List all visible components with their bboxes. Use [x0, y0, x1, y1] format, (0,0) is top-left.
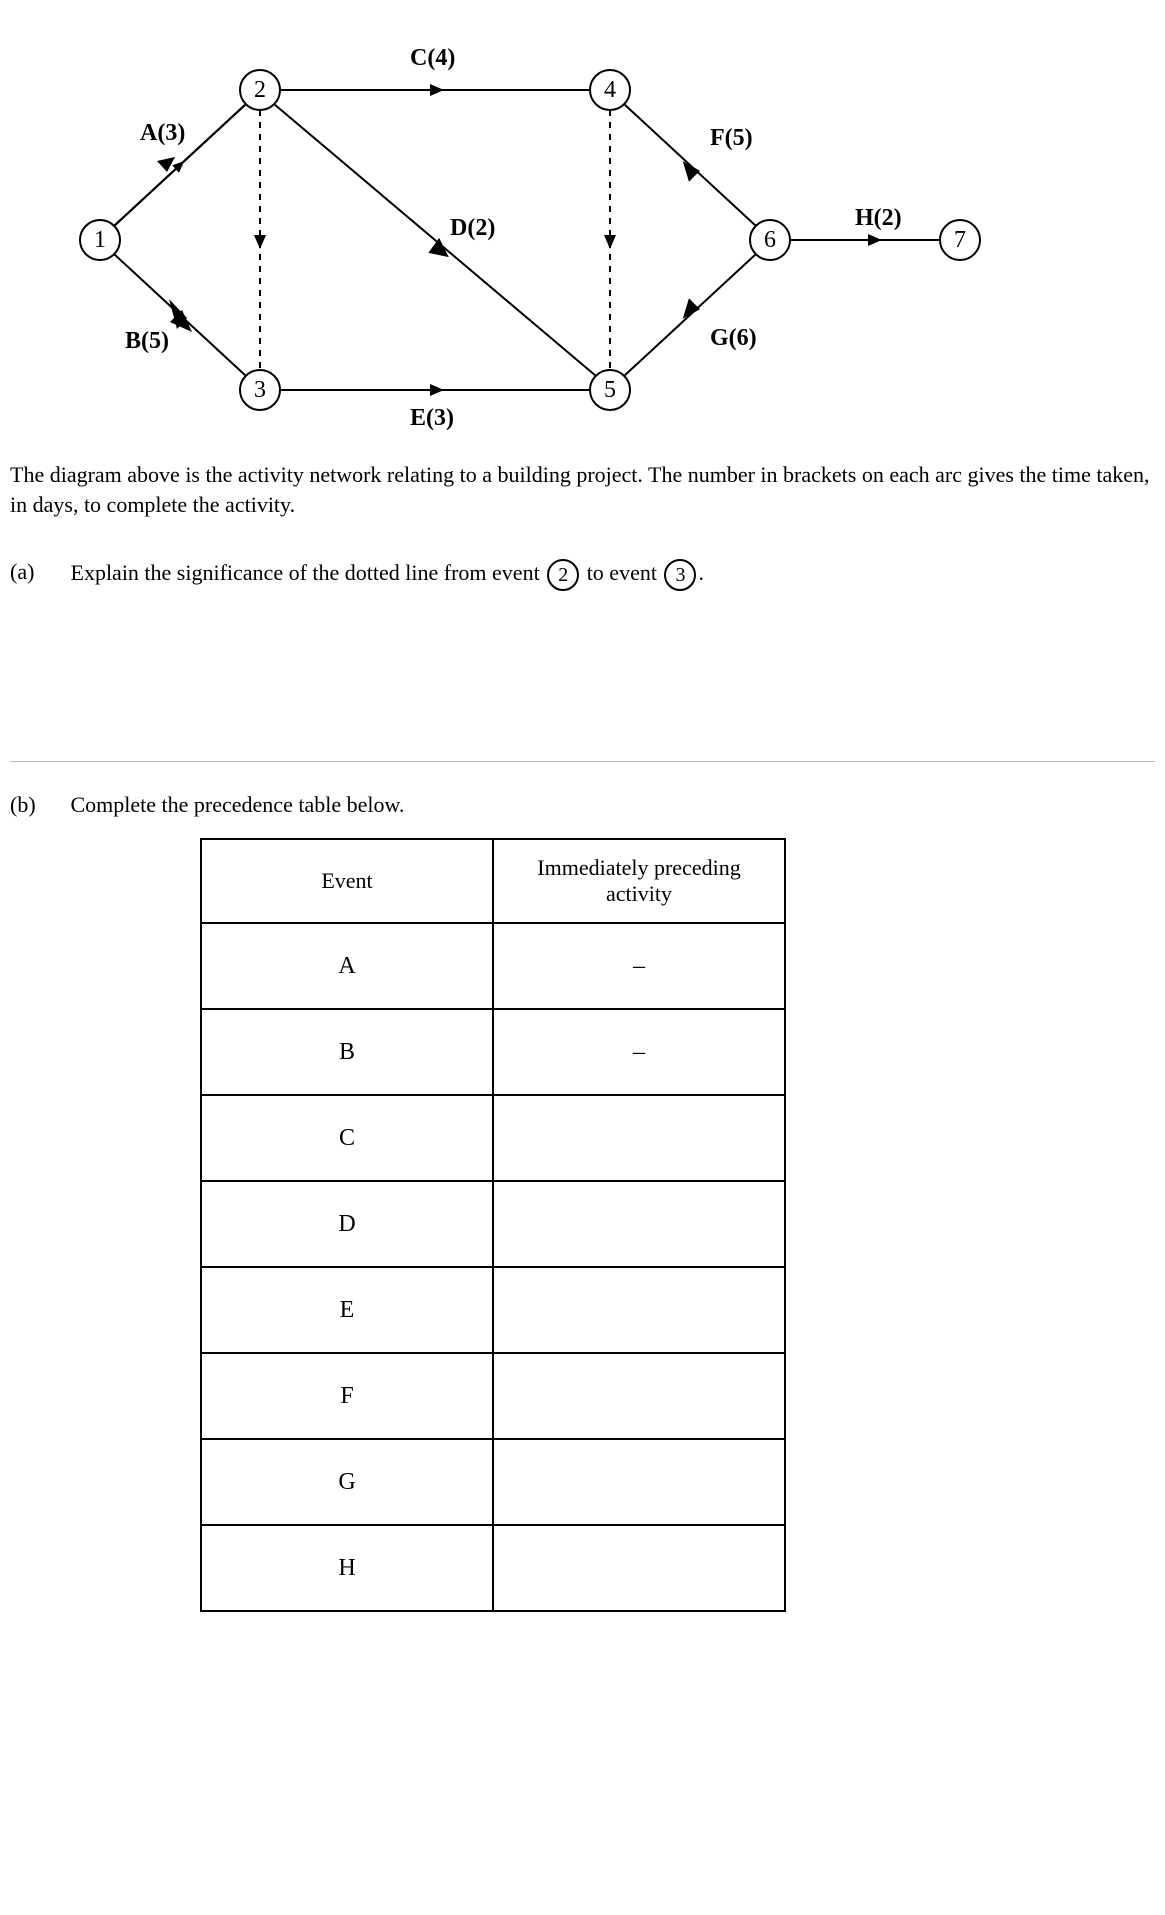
cell-event: F [201, 1353, 493, 1439]
node-5: 5 [590, 370, 630, 410]
edge-D: D(2) [274, 104, 596, 376]
edge-label-C: C(4) [410, 45, 455, 71]
diagram-description: The diagram above is the activity networ… [10, 460, 1155, 519]
activity-network-diagram: A(3) B(5) C(4) D(2) E(3) F(5) G(6) [10, 10, 1010, 450]
svg-text:5: 5 [604, 377, 616, 403]
cell-event: B [201, 1009, 493, 1095]
table-row: B – [201, 1009, 785, 1095]
node-2: 2 [240, 70, 280, 110]
node-3: 3 [240, 370, 280, 410]
svg-text:2: 2 [254, 77, 266, 103]
table-row: A – [201, 923, 785, 1009]
edge-G: G(6) [624, 254, 757, 376]
cell-event: C [201, 1095, 493, 1181]
table-row: D [201, 1181, 785, 1267]
table-row: H [201, 1525, 785, 1611]
edge-dummy-4-5 [604, 110, 616, 370]
cell-event: A [201, 923, 493, 1009]
table-row: G [201, 1439, 785, 1525]
edge-label-F: F(5) [710, 125, 753, 151]
inline-node-2: 2 [547, 559, 579, 591]
edge-H: H(2) [790, 205, 940, 246]
edge-dummy-2-3 [254, 110, 266, 370]
cell-preceding[interactable] [493, 1181, 785, 1267]
cell-preceding[interactable] [493, 1267, 785, 1353]
cell-preceding[interactable] [493, 1095, 785, 1181]
precedence-header-preceding: Immediately preceding activity [493, 839, 785, 923]
table-row: F [201, 1353, 785, 1439]
svg-text:4: 4 [604, 77, 616, 103]
section-divider [10, 761, 1155, 762]
cell-event: G [201, 1439, 493, 1525]
part-a-text-after: . [698, 560, 704, 585]
svg-text:7: 7 [954, 227, 966, 253]
cell-preceding[interactable] [493, 1439, 785, 1525]
node-1: 1 [80, 220, 120, 260]
svg-text:6: 6 [764, 227, 776, 253]
edge-C: C(4) [280, 45, 590, 96]
precedence-tbody: A – B – C D E F G H [201, 923, 785, 1611]
part-a: (a) Explain the significance of the dott… [10, 559, 1155, 591]
edge-A: A(3) [114, 104, 246, 226]
node-7: 7 [940, 220, 980, 260]
edge-F: F(5) [624, 104, 756, 226]
cell-event: E [201, 1267, 493, 1353]
cell-event: D [201, 1181, 493, 1267]
precedence-header-event: Event [201, 839, 493, 923]
cell-preceding[interactable]: – [493, 1009, 785, 1095]
edge-label-H: H(2) [855, 205, 902, 231]
edge-label-E: E(3) [410, 405, 454, 431]
node-6: 6 [750, 220, 790, 260]
node-4: 4 [590, 70, 630, 110]
table-row: E [201, 1267, 785, 1353]
part-b-label: (b) [10, 792, 65, 818]
cell-event: H [201, 1525, 493, 1611]
edge-label-G: G(6) [710, 325, 757, 351]
part-a-label: (a) [10, 559, 65, 585]
part-a-body: Explain the significance of the dotted l… [71, 559, 1131, 591]
part-a-text-mid: to event [587, 560, 663, 585]
svg-text:3: 3 [254, 377, 266, 403]
cell-preceding[interactable] [493, 1525, 785, 1611]
edge-label-A: A(3) [140, 120, 185, 146]
edge-label-D: D(2) [450, 215, 495, 241]
part-b-text: Complete the precedence table below. [71, 792, 1131, 818]
edge-E: E(3) [280, 384, 590, 431]
svg-text:1: 1 [94, 227, 106, 253]
edge-label-B: B(5) [125, 328, 169, 354]
cell-preceding[interactable] [493, 1353, 785, 1439]
cell-preceding[interactable]: – [493, 923, 785, 1009]
edge-B: B(5) [114, 254, 246, 376]
part-a-text-before: Explain the significance of the dotted l… [71, 560, 546, 585]
table-row: C [201, 1095, 785, 1181]
part-a-answer-space[interactable] [10, 611, 1155, 751]
precedence-table: Event Immediately preceding activity A –… [200, 838, 786, 1612]
inline-node-3: 3 [664, 559, 696, 591]
part-b: (b) Complete the precedence table below. [10, 792, 1155, 818]
